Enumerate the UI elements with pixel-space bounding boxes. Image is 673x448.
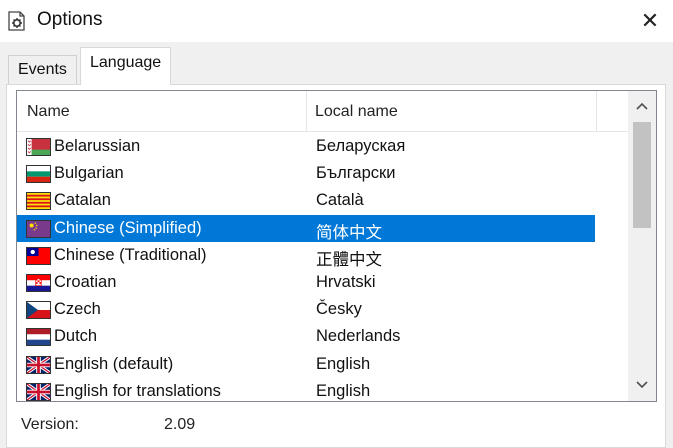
close-icon: ✕ [640,8,660,33]
language-local-name: Česky [316,300,362,319]
column-header-local-name-label: Local name [315,102,398,120]
list-item[interactable]: Croatian Hrvatski [17,269,629,296]
tab-strip: Events Language [6,47,666,85]
tab-events-label: Events [18,61,67,78]
bulgaria-flag-icon [26,165,51,184]
app-options-icon [8,11,25,31]
language-local-name: Nederlands [316,327,401,346]
list-item[interactable]: Belarussian Беларуская [17,133,629,160]
croatia-flag-icon [26,273,51,292]
language-name: Catalan [54,191,111,210]
chevron-down-icon [636,381,648,389]
list-item[interactable]: English for translations English [17,378,629,401]
language-local-name: English [316,354,371,373]
chevron-up-icon [636,102,648,110]
list-item[interactable]: English (default) English [17,351,629,378]
uk-flag-icon [26,382,51,401]
czech-flag-icon [26,301,51,320]
language-name: Chinese (Traditional) [54,245,207,264]
list-rows: Belarussian Беларуская Bulgarian Българс… [17,133,629,401]
list-item-selected[interactable]: Chinese (Simplified) 简体中文 [17,214,595,242]
scroll-thumb[interactable] [633,122,651,228]
column-header-local-name[interactable]: Local name [307,91,597,132]
scroll-up-button[interactable] [628,95,656,117]
list-header: Name Local name [17,91,629,132]
china-flag-icon [26,219,51,238]
language-name: English for translations [54,381,221,400]
language-local-name: Беларуская [316,137,406,155]
tab-language[interactable]: Language [80,47,172,85]
list-item[interactable]: Bulgarian Български [17,160,629,187]
language-name: Chinese (Simplified) [54,218,202,237]
title-bar: Options ✕ [0,0,673,42]
language-local-name: 正體中文 [316,250,382,269]
tab-language-label: Language [90,54,162,71]
language-name: Bulgarian [54,164,124,183]
list-item[interactable]: Catalan Català [17,187,629,214]
list-item[interactable]: Chinese (Traditional) 正體中文 [17,242,629,269]
column-header-name-label: Name [27,102,70,120]
language-name: Czech [54,300,101,319]
language-name: English (default) [54,354,174,373]
taiwan-flag-icon [26,246,51,265]
belarus-flag-icon [26,138,51,156]
list-item[interactable]: Czech Česky [17,296,629,323]
catalonia-flag-icon [26,192,51,211]
language-name: Belarussian [54,137,141,155]
language-local-name: Català [316,191,364,210]
list-item[interactable]: Dutch Nederlands [17,323,629,350]
column-header-name[interactable]: Name [19,91,307,132]
language-local-name: Български [316,164,396,183]
uk-flag-icon [26,355,51,374]
tab-events[interactable]: Events [8,55,77,84]
vertical-scrollbar[interactable] [628,91,656,401]
language-name: Croatian [54,272,117,291]
scroll-down-button[interactable] [628,374,656,396]
close-button[interactable]: ✕ [628,2,672,40]
language-name: Dutch [54,327,98,346]
language-local-name: 简体中文 [316,223,382,242]
language-local-name: English [316,381,371,400]
language-local-name: Hrvatski [316,272,376,291]
language-list[interactable]: Name Local name Belarussian Беларуская B… [16,90,657,402]
netherlands-flag-icon [26,328,51,347]
dialog-body: Events Language Name Local name Belaruss… [0,42,673,448]
window-title: Options [37,9,103,30]
version-label: Version: [21,416,79,433]
language-tab-panel: Name Local name Belarussian Беларуская B… [6,84,666,448]
version-value: 2.09 [164,416,196,433]
